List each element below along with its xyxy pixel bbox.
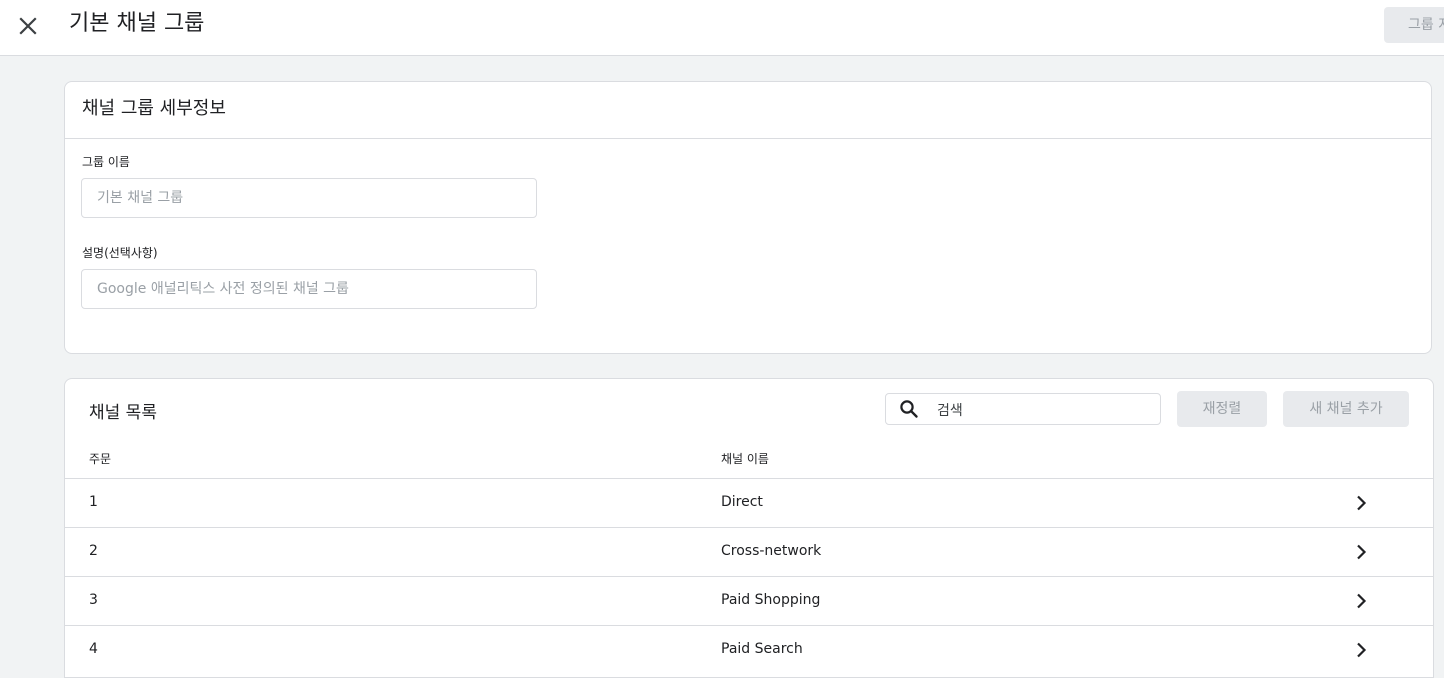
close-button[interactable]	[14, 12, 42, 40]
row-channel-name: Paid Shopping	[721, 592, 821, 608]
table-row[interactable]: 3 Paid Shopping	[65, 576, 1433, 625]
channel-list-title: 채널 목록	[89, 403, 157, 423]
row-order: 1	[89, 494, 98, 510]
column-header-order: 주문	[89, 452, 112, 466]
table-row[interactable]: 4 Paid Search	[65, 625, 1433, 674]
chevron-right-icon[interactable]	[1351, 542, 1371, 562]
details-section-title: 채널 그룹 세부정보	[65, 82, 1431, 139]
description-input[interactable]	[81, 269, 537, 309]
group-name-label: 그룹 이름	[82, 155, 130, 169]
search-icon	[900, 400, 918, 418]
reorder-button[interactable]: 재정렬	[1177, 391, 1267, 427]
chevron-right-icon[interactable]	[1351, 591, 1371, 611]
group-name-input[interactable]	[81, 178, 537, 218]
search-placeholder: 검색	[937, 403, 963, 419]
add-channel-button[interactable]: 새 채널 추가	[1283, 391, 1409, 427]
row-order: 2	[89, 543, 98, 559]
row-channel-name: Cross-network	[721, 543, 822, 559]
channel-group-details-card: 채널 그룹 세부정보 그룹 이름 설명(선택사항)	[64, 81, 1432, 354]
top-bar: 기본 채널 그룹 그룹 저장	[0, 0, 1444, 56]
search-input[interactable]: 검색	[885, 393, 1161, 425]
row-channel-name: Direct	[721, 494, 763, 510]
column-header-name: 채널 이름	[721, 452, 769, 466]
row-order: 3	[89, 592, 98, 608]
close-icon	[19, 17, 37, 35]
channel-list-card: 채널 목록 검색 재정렬 새 채널 추가 주문 채널 이름 1 Direct 2…	[64, 378, 1434, 678]
chevron-right-icon[interactable]	[1351, 640, 1371, 660]
row-channel-name: Paid Search	[721, 641, 803, 657]
page-title: 기본 채널 그룹	[69, 11, 205, 36]
save-group-button[interactable]: 그룹 저장	[1384, 7, 1444, 43]
table-row[interactable]: 2 Cross-network	[65, 527, 1433, 576]
chevron-right-icon[interactable]	[1351, 493, 1371, 513]
description-label: 설명(선택사항)	[82, 246, 158, 260]
row-order: 4	[89, 641, 98, 657]
table-row[interactable]: 1 Direct	[65, 478, 1433, 527]
